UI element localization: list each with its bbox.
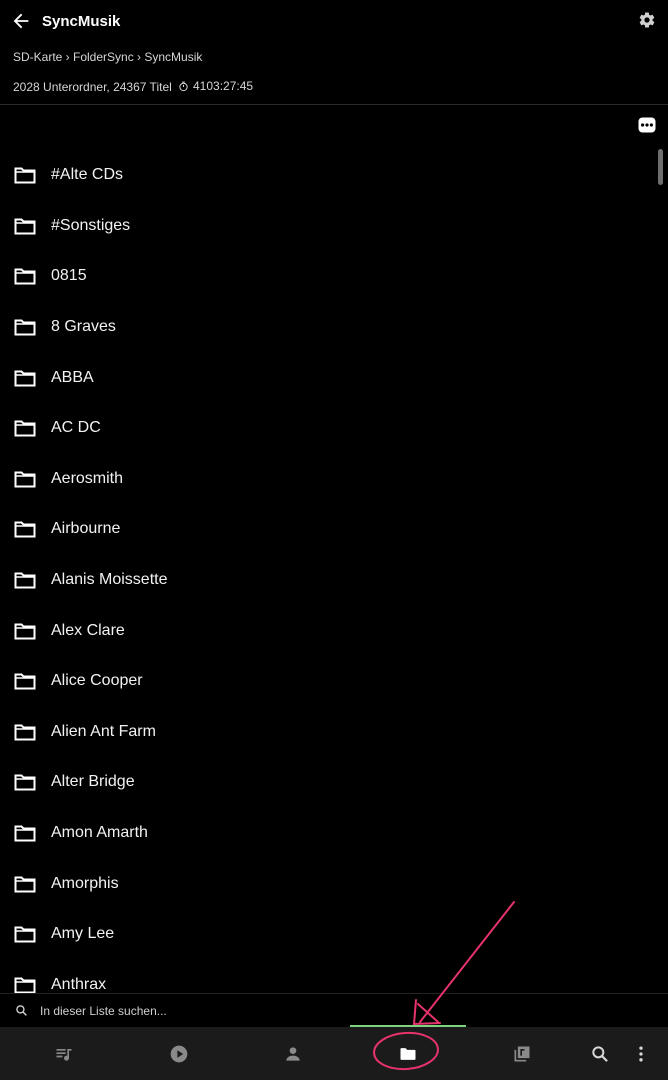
folder-name: #Sonstiges: [51, 216, 131, 234]
folder-row[interactable]: ABBA: [0, 352, 650, 403]
more-options-button[interactable]: [638, 116, 656, 134]
folder-row[interactable]: Alice Cooper: [0, 656, 650, 707]
total-duration: 4103:27:45: [178, 79, 253, 93]
folder-name: Alex Clare: [51, 621, 125, 639]
folder-row[interactable]: Airbourne: [0, 504, 650, 555]
queue-music-icon: [56, 1049, 72, 1061]
nav-more-button[interactable]: [628, 1041, 654, 1067]
search-icon: [16, 1005, 27, 1016]
folder-name: Alice Cooper: [51, 672, 143, 690]
folder-icon: [14, 926, 36, 943]
folder-row[interactable]: Aerosmith: [0, 454, 650, 505]
folder-name: Amy Lee: [51, 925, 115, 943]
folder-row[interactable]: Amon Amarth: [0, 808, 650, 859]
folder-stats: 2028 Unterordner, 24367 Titel: [13, 80, 172, 94]
folder-row[interactable]: Amy Lee: [0, 909, 650, 960]
folder-name: Amon Amarth: [51, 824, 148, 842]
folder-name: Anthrax: [51, 975, 107, 993]
nav-artists-button[interactable]: [280, 1041, 306, 1067]
folder-list: #Alte CDs #Sonstiges 0815 8 Graves ABBA AC DC…: [0, 150, 650, 993]
folder-name: Aerosmith: [51, 469, 124, 487]
folder-name: 8 Graves: [51, 318, 116, 336]
folder-name: Alanis Moissette: [51, 571, 168, 589]
folder-name: Alien Ant Farm: [51, 722, 156, 740]
folder-icon: [14, 724, 36, 741]
scrollbar-thumb[interactable]: [658, 149, 663, 185]
folder-name: AC DC: [51, 419, 101, 437]
folder-icon: [14, 268, 36, 285]
folder-row[interactable]: Alex Clare: [0, 605, 650, 656]
folder-icon: [14, 774, 36, 791]
folder-row[interactable]: Alter Bridge: [0, 757, 650, 808]
nav-albums-button[interactable]: [509, 1041, 535, 1067]
folder-row[interactable]: Alanis Moissette: [0, 555, 650, 606]
more-options-icon: [638, 117, 656, 133]
folder-name: 0815: [51, 267, 87, 285]
folder-name: Amorphis: [51, 874, 119, 892]
more-vert-icon: [639, 1046, 643, 1062]
person-icon: [286, 1047, 300, 1061]
folder-row[interactable]: #Alte CDs: [0, 150, 650, 201]
search-icon: [592, 1046, 608, 1062]
folder-row[interactable]: #Sonstiges: [0, 201, 650, 252]
folder-icon: [400, 1048, 416, 1060]
folder-icon: [14, 218, 36, 235]
folder-row[interactable]: Anthrax: [0, 960, 650, 993]
nav-queue-button[interactable]: [51, 1041, 77, 1067]
settings-button[interactable]: [638, 11, 658, 31]
folder-name: #Alte CDs: [51, 166, 124, 184]
folder-icon: [14, 420, 36, 437]
folder-icon: [14, 572, 36, 589]
timer-icon: [179, 81, 188, 91]
header: SyncMusik SD-Karte › FolderSync › SyncMu…: [0, 0, 668, 105]
folder-icon: [14, 825, 36, 842]
nav-search-button[interactable]: [587, 1041, 613, 1067]
folder-name: Alter Bridge: [51, 773, 135, 791]
folder-row[interactable]: 0815: [0, 251, 650, 302]
list-search-input[interactable]: [40, 1002, 440, 1020]
arrow-left-icon: [13, 13, 29, 29]
folder-row[interactable]: AC DC: [0, 403, 650, 454]
folder-name: Airbourne: [51, 520, 121, 538]
folder-icon: [14, 876, 36, 893]
folder-icon: [14, 370, 36, 387]
folder-name: ABBA: [51, 368, 94, 386]
list-search-bar: [0, 993, 668, 1027]
page-title: SyncMusik: [42, 13, 121, 30]
bottom-navigation: [0, 1027, 668, 1080]
breadcrumb[interactable]: SD-Karte › FolderSync › SyncMusik: [13, 50, 202, 64]
nav-now-playing-button[interactable]: [166, 1041, 192, 1067]
play-circle-icon: [170, 1045, 188, 1063]
folder-row[interactable]: 8 Graves: [0, 302, 650, 353]
folder-icon: [14, 673, 36, 690]
folder-icon: [14, 521, 36, 538]
folder-icon: [14, 167, 36, 184]
folder-row[interactable]: Amorphis: [0, 858, 650, 909]
folder-icon: [14, 319, 36, 336]
folder-icon: [14, 977, 36, 993]
folder-row[interactable]: Alien Ant Farm: [0, 707, 650, 758]
gear-icon: [639, 12, 655, 28]
back-button[interactable]: [10, 10, 32, 32]
nav-folders-button[interactable]: [395, 1041, 421, 1067]
folder-icon: [14, 471, 36, 488]
album-icon: [514, 1046, 530, 1062]
folder-icon: [14, 623, 36, 640]
duration-value: 4103:27:45: [193, 79, 254, 93]
